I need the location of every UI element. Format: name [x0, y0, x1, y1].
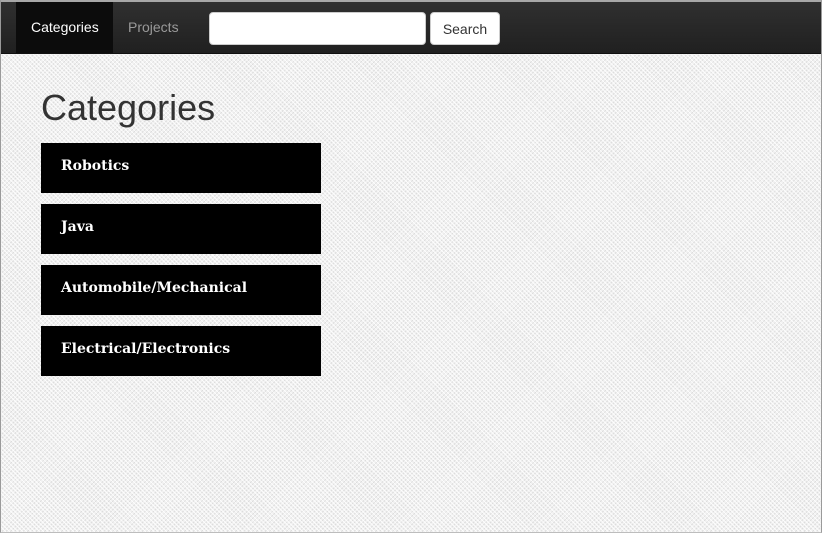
- page-title: Categories: [41, 87, 216, 128]
- nav-tab-projects[interactable]: Projects: [113, 2, 195, 53]
- category-item-automobile-mechanical[interactable]: Automobile/Mechanical: [41, 265, 321, 315]
- browser-viewport: Categories Projects Search Categories Ro…: [0, 0, 822, 533]
- nav-tab-categories[interactable]: Categories: [16, 2, 113, 53]
- main-content: Categories Robotics Java Automobile/Mech…: [1, 54, 821, 532]
- category-item-java[interactable]: Java: [41, 204, 321, 254]
- search-button[interactable]: Search: [430, 12, 500, 45]
- category-item-electrical-electronics[interactable]: Electrical/Electronics: [41, 326, 321, 376]
- top-navbar: Categories Projects Search: [1, 0, 821, 54]
- category-item-robotics[interactable]: Robotics: [41, 143, 321, 193]
- search-input[interactable]: [209, 12, 426, 45]
- category-list: Robotics Java Automobile/Mechanical Elec…: [41, 143, 321, 387]
